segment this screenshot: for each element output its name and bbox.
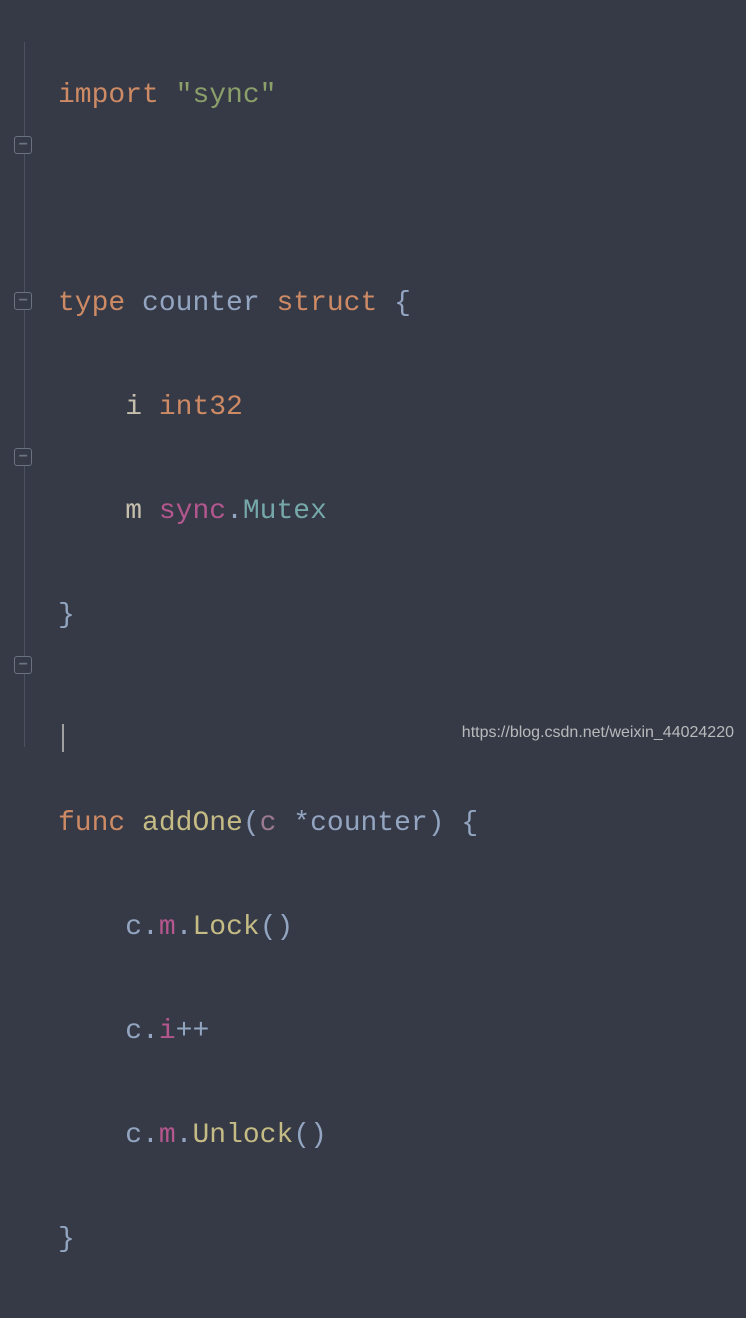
- string: "sync": [176, 80, 277, 111]
- code-line: m sync.Mutex: [58, 486, 478, 538]
- dot: .: [176, 912, 193, 943]
- code-line: [58, 694, 478, 746]
- code-editor[interactable]: import "sync" type counter struct { i in…: [58, 18, 478, 1318]
- fold-icon[interactable]: [14, 136, 32, 154]
- method: Lock: [192, 912, 259, 943]
- keyword: func: [58, 808, 125, 839]
- dot: .: [142, 1120, 159, 1151]
- code-line: }: [58, 1214, 478, 1266]
- code-line: [58, 174, 478, 226]
- dot: .: [226, 496, 243, 527]
- field: i: [159, 1016, 176, 1047]
- gutter: [0, 0, 48, 752]
- param: c: [260, 808, 277, 839]
- star: *: [276, 808, 310, 839]
- code-line: c.i++: [58, 1006, 478, 1058]
- cursor: [62, 724, 64, 752]
- type: Mutex: [243, 496, 327, 527]
- ident: c: [125, 1120, 142, 1151]
- code-line: c.m.Unlock(): [58, 1110, 478, 1162]
- brace: }: [58, 600, 75, 631]
- keyword: type: [58, 288, 125, 319]
- brace: }: [58, 1224, 75, 1255]
- ident: c: [125, 1016, 142, 1047]
- paren: (): [293, 1120, 327, 1151]
- code-line: }: [58, 590, 478, 642]
- paren: ): [428, 808, 445, 839]
- function-name: addOne: [142, 808, 243, 839]
- brace: {: [377, 288, 411, 319]
- method: Unlock: [192, 1120, 293, 1151]
- type: int32: [159, 392, 243, 423]
- keyword: import: [58, 80, 159, 111]
- package: sync: [159, 496, 226, 527]
- type: counter: [310, 808, 428, 839]
- paren: (): [260, 912, 294, 943]
- code-line: type counter struct {: [58, 278, 478, 330]
- field: m: [159, 912, 176, 943]
- code-line: func addOne(c *counter) {: [58, 798, 478, 850]
- code-line: import "sync": [58, 70, 478, 122]
- keyword: struct: [276, 288, 377, 319]
- fold-icon[interactable]: [14, 292, 32, 310]
- type-name: counter: [142, 288, 260, 319]
- field: m: [159, 1120, 176, 1151]
- fold-icon[interactable]: [14, 448, 32, 466]
- field: m: [125, 496, 142, 527]
- code-line: i int32: [58, 382, 478, 434]
- operator: ++: [176, 1016, 210, 1047]
- fold-icon[interactable]: [14, 656, 32, 674]
- brace: {: [445, 808, 479, 839]
- dot: .: [142, 1016, 159, 1047]
- field: i: [125, 392, 142, 423]
- paren: (: [243, 808, 260, 839]
- ident: c: [125, 912, 142, 943]
- dot: .: [176, 1120, 193, 1151]
- watermark: https://blog.csdn.net/weixin_44024220: [462, 724, 734, 742]
- dot: .: [142, 912, 159, 943]
- code-line: c.m.Lock(): [58, 902, 478, 954]
